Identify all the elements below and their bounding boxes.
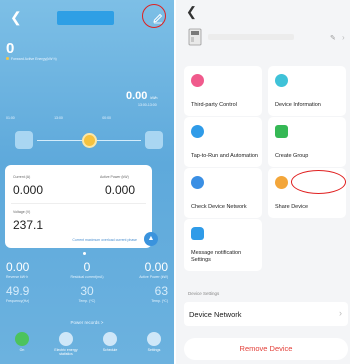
- stat-caption: Reverse kW·h: [6, 275, 29, 279]
- house-icon: [145, 131, 163, 149]
- stats-row: 49.9 Frequency(Hz) 30 Temp. (ºC) 63 Temp. (…: [6, 284, 168, 303]
- share-highlight-circle: [291, 170, 346, 194]
- tile-device-information[interactable]: Device Information: [268, 66, 346, 116]
- tile-label: Check Device Network: [191, 203, 247, 210]
- nav-label: Schedule: [102, 348, 118, 352]
- nav-label: Settings: [147, 348, 161, 352]
- power-value: 0.000: [105, 183, 136, 197]
- nav-label: On: [19, 348, 25, 352]
- stat-value: 63: [154, 284, 168, 298]
- chart-icon: [59, 332, 73, 346]
- nav-label: Electric energy statistics: [54, 348, 78, 356]
- energy-subtitle: Forward Active Energy(kW·h): [6, 57, 57, 61]
- stats-row: 0.00 Reverse kW·h 0 Residual current(mA) 0…: [6, 260, 168, 279]
- tile-label: Tap-to-Run and Automation: [191, 152, 258, 159]
- stat-cell: 0 Residual current(mA): [62, 260, 112, 279]
- readings-card: Current (A) 0.000 Active Power (kW) 0.00…: [5, 165, 158, 248]
- device-panel: ❮ 0 Forward Active Energy(kW·h) 0.00 kWh…: [0, 0, 174, 364]
- power-records-link[interactable]: Power records >: [0, 320, 174, 325]
- edit-highlight-circle: [142, 4, 166, 28]
- device-name-field: [208, 34, 294, 40]
- device-network-label: Device Network: [189, 310, 242, 319]
- tile-label: Third-party Control: [191, 101, 237, 108]
- phase-switch-button[interactable]: ▲: [144, 232, 158, 246]
- device-network-row[interactable]: Device Network ›: [184, 302, 348, 326]
- automation-icon: [191, 125, 204, 138]
- third-party-icon: [191, 74, 204, 87]
- section-label: Device Settings: [188, 291, 220, 296]
- page-indicator: [83, 252, 86, 255]
- power-label: Active Power (kW): [100, 175, 129, 179]
- voltage-value: 237.1: [13, 218, 44, 232]
- clock-icon: [103, 332, 117, 346]
- tile-check-device-network[interactable]: Check Device Network: [184, 168, 262, 218]
- time-axis: 01:00 13:00 00:00: [6, 116, 111, 120]
- stat-cell: 30 Temp. (ºC): [62, 284, 112, 303]
- daily-energy: 0.00 kWh: [126, 90, 158, 102]
- back-icon[interactable]: ❮: [186, 5, 197, 18]
- energy-flow: [15, 131, 163, 151]
- time-label: 01:00: [6, 116, 15, 120]
- back-icon[interactable]: ❮: [10, 10, 22, 24]
- info-icon: [275, 74, 288, 87]
- share-icon: [275, 176, 288, 189]
- remove-device-button[interactable]: Remove Device: [184, 338, 348, 360]
- energy-dot-icon: [6, 57, 9, 60]
- stat-caption: Frequency(Hz): [6, 299, 30, 303]
- current-label: Current (A): [13, 175, 31, 179]
- tile-third-party-control[interactable]: Third-party Control: [184, 66, 262, 116]
- stat-caption: Temp. (ºC): [78, 299, 96, 303]
- tile-label: Create Group: [275, 152, 309, 159]
- card-divider: [11, 203, 146, 204]
- voltage-label: Voltage (V): [13, 210, 31, 214]
- stat-cell: 0.00 Active Power (kW): [118, 260, 168, 279]
- gear-icon: [147, 332, 161, 346]
- stat-value: 0.00: [144, 260, 168, 274]
- device-thumbnail-icon: [188, 28, 202, 46]
- time-label: 13:00: [54, 116, 63, 120]
- stat-value: 49.9: [6, 284, 30, 298]
- network-icon: [191, 176, 204, 189]
- tile-message-notification[interactable]: Message notification Settings: [184, 219, 262, 271]
- tile-label: Message notification Settings: [191, 250, 242, 263]
- nav-item-statistics[interactable]: Electric energy statistics: [52, 332, 80, 360]
- stat-cell: 49.9 Frequency(Hz): [6, 284, 56, 303]
- stat-value: 30: [80, 284, 94, 298]
- tile-label: Share Device: [275, 203, 309, 210]
- chevron-right-icon[interactable]: ›: [342, 33, 345, 42]
- stat-caption: Active Power (kW): [139, 275, 168, 279]
- power-icon: [15, 332, 29, 346]
- bottom-nav: On Electric energy statistics Schedule S…: [8, 332, 168, 360]
- nav-item-schedule[interactable]: Schedule: [96, 332, 124, 360]
- chevron-right-icon: ›: [339, 308, 342, 318]
- device-title-bar: [57, 11, 114, 25]
- nav-item-settings[interactable]: Settings: [140, 332, 168, 360]
- stat-cell: 0.00 Reverse kW·h: [6, 260, 56, 279]
- tile-label: Device Information: [275, 101, 321, 108]
- edit-name-icon[interactable]: ✎: [330, 34, 336, 42]
- tile-create-group[interactable]: Create Group: [268, 117, 346, 167]
- stat-caption: Residual current(mA): [70, 275, 104, 279]
- overload-hint: Current maximum overload current phase: [72, 238, 137, 242]
- solar-panel-icon: [15, 131, 33, 149]
- current-value: 0.000: [13, 183, 44, 197]
- group-icon: [275, 125, 288, 138]
- stat-value: 0: [83, 260, 91, 274]
- sun-icon: [84, 135, 95, 146]
- stat-value: 0.00: [6, 260, 30, 274]
- nav-item-power[interactable]: On: [8, 332, 36, 360]
- device-settings-panel: ❮ ✎ › Third-party Control Device Informa…: [176, 0, 350, 364]
- daily-energy-time: 13:00-13:00: [138, 103, 157, 107]
- stat-caption: Temp. (ºC): [151, 299, 168, 303]
- bell-icon: [191, 227, 204, 240]
- energy-total: 0: [6, 40, 15, 57]
- tile-tap-to-run[interactable]: Tap-to-Run and Automation: [184, 117, 262, 167]
- time-label: 00:00: [102, 116, 111, 120]
- stat-cell: 63 Temp. (ºC): [118, 284, 168, 303]
